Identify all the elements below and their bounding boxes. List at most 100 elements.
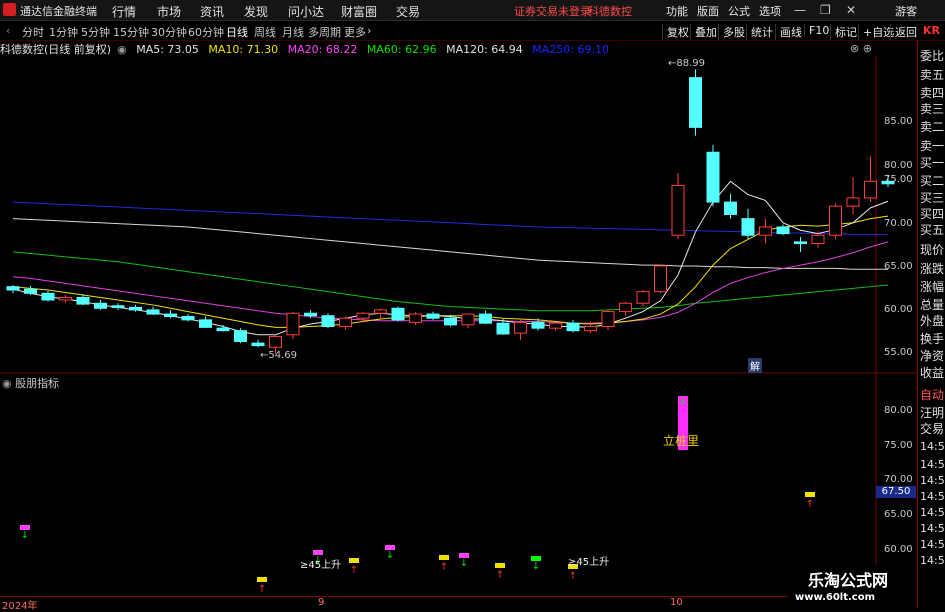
candle-body[interactable]	[59, 296, 72, 301]
period-monthly[interactable]: 月线	[282, 24, 304, 40]
period-30min[interactable]: 30分钟	[151, 24, 187, 40]
tool-f10[interactable]: F10	[804, 24, 829, 37]
restore-icon[interactable]: ❐	[820, 3, 831, 17]
candle-body[interactable]	[339, 317, 352, 328]
candle-body[interactable]	[461, 313, 475, 326]
candle-body[interactable]	[514, 321, 527, 334]
candle-body[interactable]	[531, 321, 545, 329]
candle-body[interactable]	[654, 265, 667, 293]
candle-body[interactable]	[111, 305, 125, 308]
candle-body[interactable]	[776, 226, 790, 235]
candle-body[interactable]	[601, 311, 615, 328]
candle-body[interactable]	[199, 319, 212, 328]
arrow-left-icon[interactable]: ‹	[6, 24, 10, 37]
candle-body[interactable]	[356, 312, 370, 319]
candle-body[interactable]	[269, 335, 282, 348]
candle-body[interactable]	[181, 316, 195, 321]
candle-body[interactable]	[706, 151, 720, 203]
minimize-icon[interactable]: —	[794, 3, 806, 17]
tool-draw[interactable]: 画线	[775, 24, 802, 40]
period-tick[interactable]: 分时	[22, 24, 44, 40]
period-more[interactable]: 更多	[344, 24, 366, 40]
close-icon[interactable]: ✕	[846, 3, 856, 17]
menu-options[interactable]: 选项	[759, 3, 781, 19]
menu-ask[interactable]: 问小达	[288, 3, 324, 20]
candle-body[interactable]	[794, 241, 807, 245]
menu-market[interactable]: 市场	[157, 3, 181, 20]
candle-body[interactable]	[321, 315, 335, 328]
candle-body[interactable]	[234, 330, 247, 342]
login-warning[interactable]: 证券交易未登录	[514, 3, 591, 19]
tool-add-favorite[interactable]: +自选	[858, 24, 894, 40]
indicator-current-value: 67.50	[876, 486, 916, 498]
candle-body[interactable]	[811, 234, 825, 245]
candle-body[interactable]	[549, 322, 562, 329]
candle-body[interactable]	[479, 313, 492, 324]
period-5min[interactable]: 5分钟	[81, 24, 110, 40]
tool-stats[interactable]: 统计	[746, 24, 773, 40]
settings-icon[interactable]: ◉	[117, 43, 127, 56]
candle-body[interactable]	[864, 180, 877, 199]
candle-body[interactable]	[566, 322, 580, 332]
candle-body[interactable]	[146, 309, 160, 315]
candle-body[interactable]	[619, 302, 632, 313]
menu-function[interactable]: 功能	[666, 3, 688, 19]
period-1min[interactable]: 1分钟	[49, 24, 78, 40]
candle-body[interactable]	[76, 296, 90, 305]
candle-body[interactable]	[444, 317, 457, 326]
ma120-line	[12, 218, 888, 270]
candle-body[interactable]	[426, 313, 440, 319]
candle-body[interactable]	[286, 312, 300, 336]
candle-body[interactable]	[164, 313, 177, 318]
candle-body[interactable]	[671, 184, 685, 236]
collapse-icon[interactable]: ⊗ ⊕	[850, 42, 872, 55]
candle-body[interactable]	[759, 226, 772, 236]
side-label: 汪明	[920, 406, 945, 420]
candle-body[interactable]	[584, 326, 597, 332]
candle-body[interactable]	[94, 302, 107, 309]
candle-body[interactable]	[6, 286, 20, 291]
tool-multi-stock[interactable]: 多股	[718, 24, 745, 40]
candle-body[interactable]	[846, 197, 860, 207]
unlock-badge[interactable]: 解	[748, 358, 762, 373]
candle-body[interactable]	[689, 77, 702, 128]
kline-chart[interactable]: ↓↑↓↑↓↑ ↓↑↓↑↑↓	[0, 56, 917, 596]
candle-body[interactable]	[374, 309, 387, 314]
candle-body[interactable]	[251, 342, 265, 347]
candle-body[interactable]	[41, 292, 55, 301]
guest-label[interactable]: 游客	[895, 3, 917, 19]
side-label: 14:5	[920, 538, 945, 551]
menu-wealth[interactable]: 财富圈	[341, 3, 377, 20]
candle-body[interactable]	[24, 288, 37, 294]
period-15min[interactable]: 15分钟	[113, 24, 149, 40]
candle-body[interactable]	[391, 307, 405, 321]
tool-mark[interactable]: 标记	[830, 24, 857, 40]
period-daily[interactable]: 日线	[226, 24, 248, 40]
tool-back[interactable]: 返回	[890, 24, 917, 40]
kr-label[interactable]: KR	[923, 24, 940, 37]
candle-body[interactable]	[409, 313, 422, 323]
menu-trade[interactable]: 交易	[396, 3, 420, 20]
period-60min[interactable]: 60分钟	[188, 24, 224, 40]
candle-body[interactable]	[741, 218, 755, 236]
menu-news[interactable]: 资讯	[200, 3, 224, 20]
menu-layout[interactable]: 版面	[697, 3, 719, 19]
settings-icon[interactable]: ◉	[2, 377, 12, 390]
candle-body[interactable]	[129, 306, 142, 311]
candle-body[interactable]	[216, 327, 230, 332]
period-multi[interactable]: 多周期	[308, 24, 341, 40]
candle-body[interactable]	[636, 291, 650, 304]
tool-overlay[interactable]: 叠加	[690, 24, 717, 40]
candle-body[interactable]	[496, 322, 510, 335]
ma-legend: 科德数控(日线 前复权) ◉ MA5: 73.05 MA10: 71.30 MA2…	[0, 41, 615, 56]
tool-adjust[interactable]: 复权	[662, 24, 689, 40]
side-label: 买五	[920, 223, 945, 237]
menu-quotes[interactable]: 行情	[112, 3, 136, 20]
candle-body[interactable]	[304, 312, 317, 317]
period-weekly[interactable]: 周线	[254, 24, 276, 40]
chevron-right-icon[interactable]: ›	[367, 24, 371, 37]
menu-discover[interactable]: 发现	[244, 3, 268, 20]
menu-formula[interactable]: 公式	[728, 3, 750, 19]
candle-body[interactable]	[829, 205, 842, 236]
candle-body[interactable]	[724, 201, 737, 215]
